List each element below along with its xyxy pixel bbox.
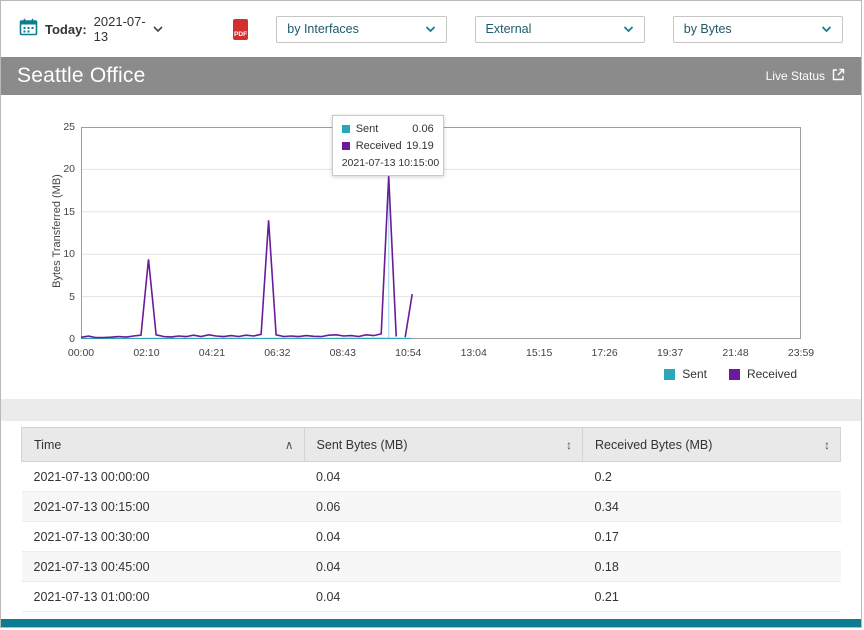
chevron-down-icon <box>623 20 634 38</box>
cell-received-bytes: 0.34 <box>583 492 841 522</box>
cell-sent-bytes: 0.04 <box>304 552 582 582</box>
dropdown-value: by Bytes <box>684 22 732 36</box>
column-header-time[interactable]: Time ∧ <box>22 428 305 462</box>
date-value: 2021-07-13 <box>94 14 146 44</box>
date-picker[interactable]: Today: 2021-07-13 <box>19 14 163 44</box>
tooltip-series-value: 0.06 <box>412 123 433 135</box>
y-tick-label: 5 <box>1 291 75 303</box>
sort-asc-icon[interactable]: ∧ <box>285 438 294 452</box>
x-tick-label: 10:54 <box>395 347 421 359</box>
column-header-sent-bytes[interactable]: Sent Bytes (MB) ↕ <box>304 428 582 462</box>
legend-swatch-icon <box>664 369 675 380</box>
series-swatch-icon <box>342 125 350 133</box>
column-label: Received Bytes (MB) <box>595 438 712 452</box>
cell-time: 2021-07-13 01:00:00 <box>22 582 305 612</box>
chart-tooltip: Sent0.06 Received19.19 2021-07-13 10:15:00 <box>332 115 444 176</box>
legend-item-received: Received <box>729 367 797 381</box>
table-row: 2021-07-13 00:15:000.060.34 <box>22 492 841 522</box>
cell-sent-bytes: 0.06 <box>304 492 582 522</box>
x-tick-label: 15:15 <box>526 347 552 359</box>
dashboard-page: Today: 2021-07-13 PDF by Interfaces Exte… <box>0 0 862 628</box>
cell-received-bytes: 0.18 <box>583 552 841 582</box>
data-table: Time ∧ Sent Bytes (MB) ↕ Received Bytes … <box>21 427 841 612</box>
bottom-accent-bar <box>1 619 861 627</box>
tooltip-timestamp: 2021-07-13 10:15:00 <box>342 157 434 169</box>
calendar-icon <box>19 18 38 41</box>
tooltip-series-label: Received <box>356 140 406 152</box>
x-tick-label: 06:32 <box>264 347 290 359</box>
x-tick-label: 00:00 <box>68 347 94 359</box>
x-tick-label: 02:10 <box>133 347 159 359</box>
legend-label: Received <box>747 367 797 381</box>
tooltip-row: Received19.19 <box>342 140 434 152</box>
x-tick-label: 13:04 <box>461 347 487 359</box>
table-header-row: Time ∧ Sent Bytes (MB) ↕ Received Bytes … <box>22 428 841 462</box>
column-label: Sent Bytes (MB) <box>317 438 408 452</box>
sort-icon[interactable]: ↕ <box>824 438 830 452</box>
x-tick-label: 19:37 <box>657 347 683 359</box>
legend-item-sent: Sent <box>664 367 707 381</box>
tooltip-series-label: Sent <box>356 123 413 135</box>
cell-time: 2021-07-13 00:00:00 <box>22 462 305 492</box>
column-label: Time <box>34 438 61 452</box>
tooltip-row: Sent0.06 <box>342 123 434 135</box>
section-divider <box>1 399 861 421</box>
cell-time: 2021-07-13 00:45:00 <box>22 552 305 582</box>
dropdown-value: by Interfaces <box>287 22 359 36</box>
x-tick-label: 04:21 <box>199 347 225 359</box>
date-label: Today: <box>45 22 87 37</box>
cell-received-bytes: 0.21 <box>583 582 841 612</box>
table-row: 2021-07-13 00:00:000.040.2 <box>22 462 841 492</box>
y-tick-label: 25 <box>1 121 75 133</box>
dropdown-value: External <box>486 22 532 36</box>
chevron-down-icon <box>153 20 163 38</box>
x-tick-label: 21:48 <box>722 347 748 359</box>
legend-label: Sent <box>682 367 707 381</box>
column-header-received-bytes[interactable]: Received Bytes (MB) ↕ <box>583 428 841 462</box>
chart-legend: Sent Received <box>1 363 861 399</box>
dropdown-by-bytes[interactable]: by Bytes <box>673 16 843 43</box>
y-tick-label: 15 <box>1 206 75 218</box>
cell-sent-bytes: 0.04 <box>304 582 582 612</box>
data-table-panel: Time ∧ Sent Bytes (MB) ↕ Received Bytes … <box>1 421 861 619</box>
y-tick-label: 10 <box>1 248 75 260</box>
chevron-down-icon <box>821 20 832 38</box>
table-body: 2021-07-13 00:00:000.040.22021-07-13 00:… <box>22 462 841 612</box>
live-status-link[interactable]: Live Status <box>766 68 845 84</box>
cell-sent-bytes: 0.04 <box>304 462 582 492</box>
y-tick-label: 0 <box>1 333 75 345</box>
page-title: Seattle Office <box>17 64 145 88</box>
y-tick-label: 20 <box>1 163 75 175</box>
y-axis-title: Bytes Transferred (MB) <box>51 125 63 337</box>
section-header: Seattle Office Live Status <box>1 57 861 95</box>
series-swatch-icon <box>342 142 350 150</box>
dropdown-by-interfaces[interactable]: by Interfaces <box>276 16 446 43</box>
x-tick-label: 17:26 <box>591 347 617 359</box>
table-row: 2021-07-13 00:45:000.040.18 <box>22 552 841 582</box>
cell-time: 2021-07-13 00:30:00 <box>22 522 305 552</box>
x-tick-label: 23:59 <box>788 347 814 359</box>
cell-received-bytes: 0.17 <box>583 522 841 552</box>
table-row: 2021-07-13 01:00:000.040.21 <box>22 582 841 612</box>
tooltip-series-value: 19.19 <box>406 140 434 152</box>
dropdown-interface-select[interactable]: External <box>475 16 645 43</box>
legend-swatch-icon <box>729 369 740 380</box>
sort-icon[interactable]: ↕ <box>566 438 572 452</box>
series-received <box>81 176 412 337</box>
x-tick-label: 08:43 <box>330 347 356 359</box>
live-status-label: Live Status <box>766 69 825 83</box>
chart-panel: Bytes Transferred (MB) Sent0.06Received1… <box>1 95 861 399</box>
chevron-down-icon <box>425 20 436 38</box>
cell-time: 2021-07-13 00:15:00 <box>22 492 305 522</box>
pdf-export-button[interactable]: PDF <box>233 19 248 40</box>
chart-area: Bytes Transferred (MB) Sent0.06Received1… <box>1 95 861 363</box>
table-row: 2021-07-13 00:30:000.040.17 <box>22 522 841 552</box>
toolbar: Today: 2021-07-13 PDF by Interfaces Exte… <box>1 1 861 57</box>
cell-received-bytes: 0.2 <box>583 462 841 492</box>
external-link-icon <box>832 68 845 84</box>
cell-sent-bytes: 0.04 <box>304 522 582 552</box>
